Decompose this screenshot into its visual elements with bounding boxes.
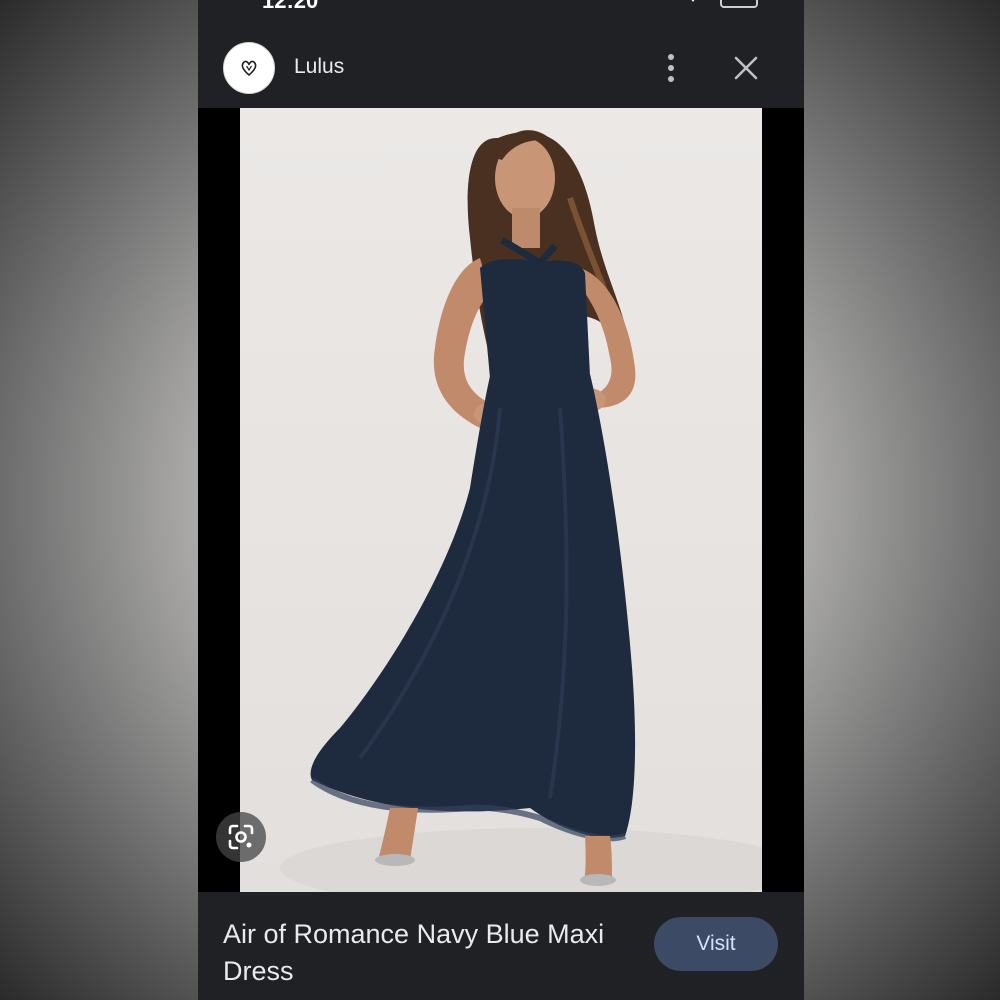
site-avatar[interactable]	[223, 42, 275, 94]
google-lens-icon	[228, 824, 254, 850]
image-viewer	[198, 108, 804, 892]
result-header: Lulus	[198, 28, 804, 108]
result-footer: Air of Romance Navy Blue Maxi Dress Visi…	[198, 892, 804, 1000]
product-title[interactable]: Air of Romance Navy Blue Maxi Dress	[223, 916, 643, 990]
status-time: 12:20	[262, 0, 319, 13]
status-bar: 12:20	[198, 0, 804, 14]
more-options-button[interactable]	[656, 50, 686, 86]
heart-logo-icon	[241, 60, 257, 76]
close-icon	[734, 56, 758, 80]
visit-button[interactable]: Visit	[654, 917, 778, 971]
site-name[interactable]: Lulus	[294, 55, 344, 79]
more-vert-icon	[668, 54, 674, 82]
google-lens-button[interactable]	[216, 812, 266, 862]
model-in-navy-dress-image	[280, 130, 762, 892]
wifi-icon	[686, 0, 700, 2]
battery-icon	[720, 0, 758, 8]
close-button[interactable]	[728, 50, 764, 86]
phone-screen: 12:20 Lulus Air of Romance Navy Blue Max…	[198, 0, 804, 1000]
product-image[interactable]	[240, 108, 762, 892]
